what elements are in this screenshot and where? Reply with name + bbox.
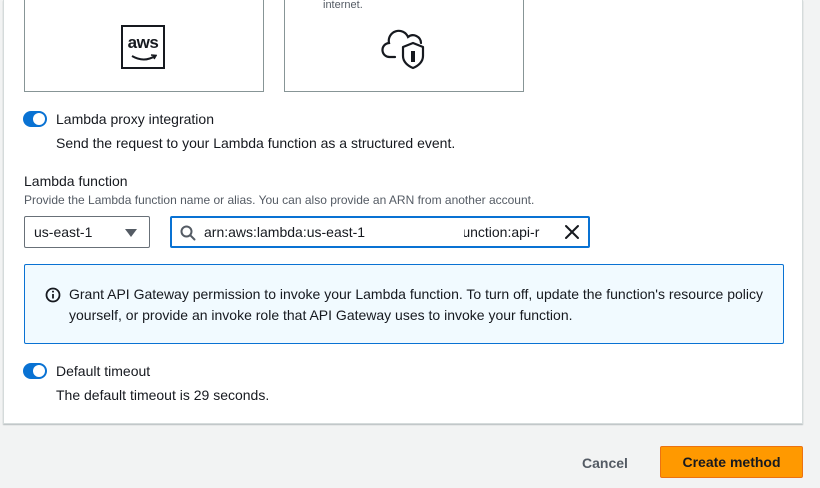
lambda-proxy-toggle[interactable] — [23, 111, 47, 127]
caret-down-icon[interactable] — [125, 229, 137, 237]
cancel-button[interactable]: Cancel — [568, 448, 642, 478]
info-icon — [45, 287, 61, 303]
integration-tile-aws[interactable]: aws — [24, 0, 264, 92]
lambda-function-hint: Provide the Lambda function name or alia… — [24, 193, 535, 207]
redacted-account-id — [368, 222, 464, 242]
lambda-proxy-label: Lambda proxy integration — [56, 111, 214, 127]
lambda-function-label: Lambda function — [24, 173, 128, 189]
create-method-button[interactable]: Create method — [660, 446, 803, 478]
permission-info-alert: Grant API Gateway permission to invoke y… — [24, 264, 784, 344]
default-timeout-description: The default timeout is 29 seconds. — [56, 387, 270, 403]
integration-tile-vpc[interactable]: internet. — [284, 0, 524, 92]
search-icon — [180, 225, 196, 241]
lambda-proxy-description: Send the request to your Lambda function… — [56, 135, 456, 151]
default-timeout-label: Default timeout — [56, 363, 151, 379]
aws-smile-icon — [131, 54, 157, 61]
region-select[interactable]: us-east-1 — [24, 216, 150, 248]
create-method-panel: aws internet. Lambda proxy integration S… — [3, 0, 803, 424]
lambda-arn-search[interactable] — [170, 216, 590, 248]
vpc-tile-description: internet. — [323, 0, 363, 11]
cloud-shield-icon — [381, 29, 425, 70]
permission-info-message: Grant API Gateway permission to invoke y… — [69, 286, 763, 323]
aws-logo-icon: aws — [121, 25, 165, 69]
default-timeout-toggle[interactable] — [23, 363, 47, 379]
region-select-value: us-east-1 — [34, 224, 93, 240]
close-icon[interactable] — [564, 224, 580, 240]
aws-logo-text: aws — [127, 33, 159, 52]
